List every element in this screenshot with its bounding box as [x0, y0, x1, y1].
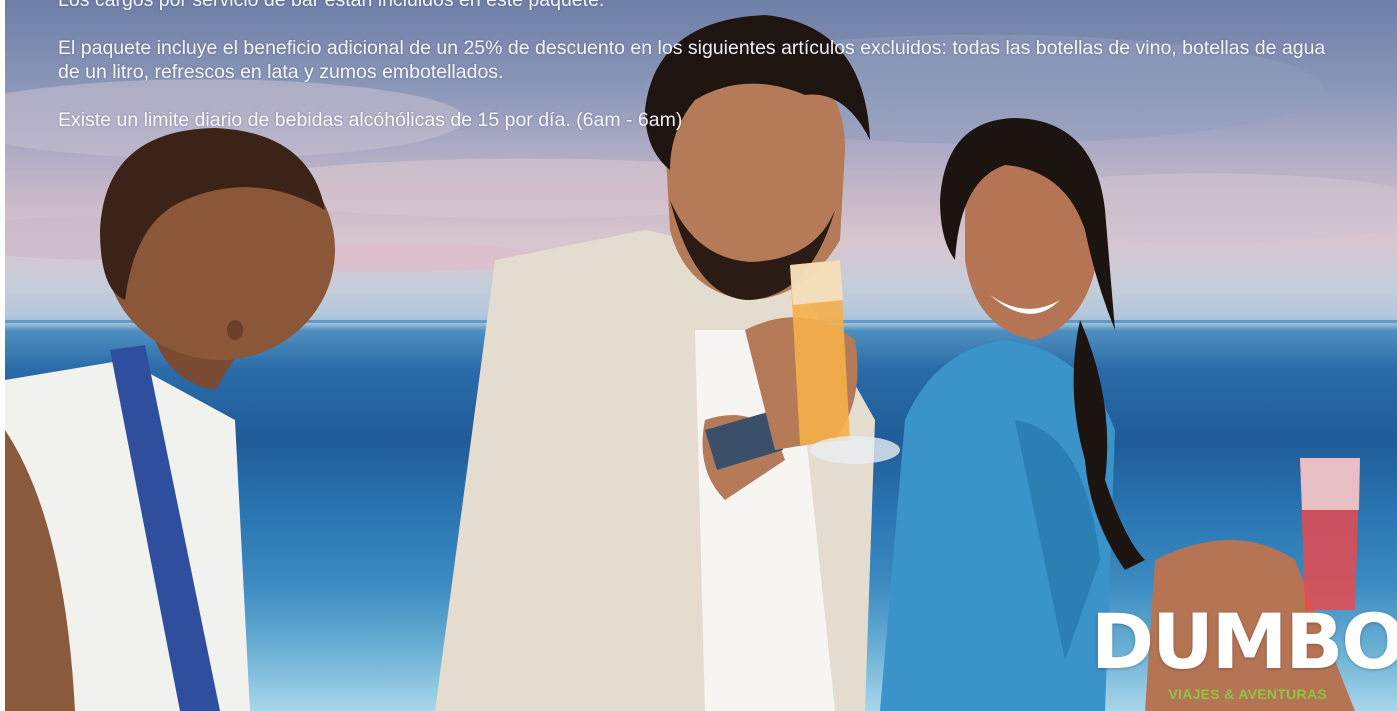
daily-limit-paragraph: Existe un limite diario de bebidas alcóh… — [58, 109, 683, 131]
page-frame: Los cargos por servicio de bar están inc… — [0, 0, 1397, 711]
woman-left-figure — [5, 128, 335, 711]
logo-wordmark: DUMBO — [1091, 597, 1397, 686]
dumbo-logo: DUMBO VIAJES & AVENTURAS — [1091, 597, 1397, 711]
package-info-text: Los cargos por servicio de bar están inc… — [58, 0, 1328, 156]
logo-tagline: VIAJES & AVENTURAS — [1168, 686, 1327, 702]
bar-service-paragraph: Los cargos por servicio de bar están inc… — [58, 0, 605, 11]
discount-paragraph: El paquete incluye el beneficio adiciona… — [58, 37, 1326, 83]
